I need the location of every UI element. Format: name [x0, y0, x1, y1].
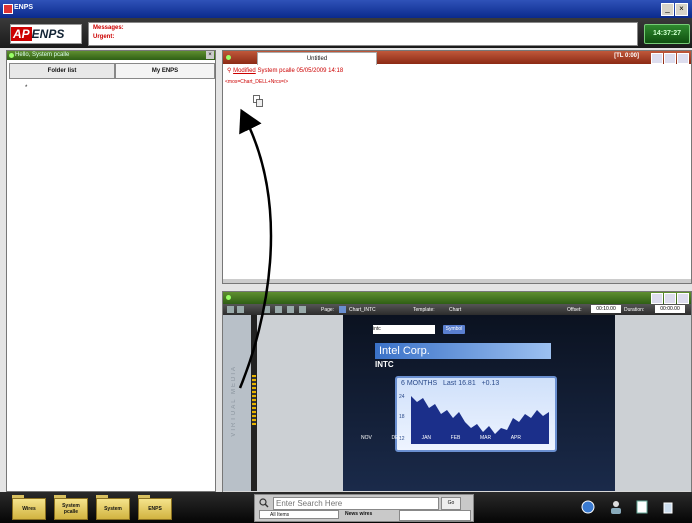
last-label: Last — [443, 380, 457, 387]
search-panel: Go All Items News wires — [254, 494, 474, 522]
folder-wires[interactable]: Wires — [12, 495, 46, 520]
search-icon[interactable]: ⚲ — [227, 68, 231, 74]
template-value: Chart — [449, 307, 462, 313]
delete-icon[interactable] — [287, 306, 294, 313]
copy-icon[interactable] — [263, 306, 270, 313]
modified-link[interactable]: Modified — [233, 68, 256, 74]
virtual-media-label: VIRTUAL MEDIA — [231, 365, 237, 437]
source-select[interactable] — [399, 510, 471, 521]
clock: 14:37:27 — [644, 24, 690, 44]
close-button[interactable]: × — [675, 3, 688, 16]
offset-label: Offset: — [567, 307, 582, 313]
preview-header — [223, 292, 691, 304]
editor-scrollbar[interactable] — [223, 279, 691, 283]
globe-icon[interactable] — [580, 499, 596, 515]
scope-select[interactable]: All Items — [259, 510, 339, 519]
editor-controls — [651, 53, 689, 64]
minimize-icon[interactable] — [651, 293, 663, 304]
app-icon — [3, 4, 13, 14]
mos-tag: <mos=Chart_DELL+Nrcs=/> — [225, 79, 289, 85]
minimize-icon[interactable] — [651, 53, 663, 64]
recycle-bin-icon[interactable] — [660, 499, 676, 515]
ticker-symbol: INTC — [375, 360, 394, 369]
page-label: Page: — [321, 307, 335, 313]
duration-label: Duration: — [624, 307, 645, 313]
navigation-panel-header: Hello, System pcalle × — [7, 51, 215, 60]
close-icon[interactable] — [677, 53, 689, 64]
folder-enps[interactable]: ENPS — [138, 495, 172, 520]
month-label: MAR — [479, 435, 492, 441]
edit-icon[interactable] — [299, 306, 306, 313]
timer-readout: [TL 0:00] — [614, 53, 639, 59]
y-tick: 24 — [399, 394, 405, 400]
tab-folder-list[interactable]: Folder list — [9, 63, 115, 79]
media-preview-panel: Page: Chart_INTC Template: Chart Offset:… — [222, 291, 692, 493]
month-axis: NOV DEC JAN FEB MAR APR — [361, 435, 521, 441]
story-editor: Untitled [TL 0:00] ⚲ Modified System pca… — [222, 50, 692, 284]
last-value: 16.81 — [458, 380, 476, 387]
tab-my-enps[interactable]: My ENPS — [115, 63, 215, 79]
editor-header: Untitled [TL 0:00] — [223, 51, 691, 65]
preview-right-pane — [615, 315, 691, 491]
month-label: APR — [510, 435, 521, 441]
messages-label: Messages: — [93, 25, 124, 31]
window-title-bar: ENPS _ × — [0, 0, 692, 18]
search-go-button[interactable]: Go — [441, 497, 461, 510]
month-label: JAN — [421, 435, 432, 441]
search-icon — [259, 498, 269, 508]
urgent-label: Urgent: — [93, 34, 115, 40]
maximize-icon[interactable] — [664, 293, 676, 304]
company-name: Intel Corp. — [375, 343, 551, 359]
offset-field[interactable]: 00:10.00 — [591, 305, 621, 313]
window-controls: _ × — [661, 3, 688, 16]
preview-left-pane — [257, 315, 343, 491]
folder-system-pcalle[interactable]: System pcalle — [54, 495, 88, 520]
month-label: NOV — [361, 435, 372, 441]
tree-marker: * — [25, 85, 28, 91]
preview-controls — [651, 293, 689, 304]
maximize-icon[interactable] — [664, 53, 676, 64]
y-tick: 18 — [399, 414, 405, 420]
period-label: 6 MONTHS — [401, 380, 438, 387]
page-icon — [339, 306, 346, 313]
documents-icon[interactable] — [634, 499, 650, 515]
change-value: +0.13 — [481, 380, 500, 387]
template-label: Template: — [413, 307, 435, 313]
minimize-button[interactable]: _ — [661, 3, 674, 16]
month-label: DEC — [391, 435, 402, 441]
save-icon[interactable] — [237, 306, 244, 313]
timeline-handle[interactable] — [252, 375, 256, 425]
close-icon[interactable]: × — [206, 51, 214, 59]
status-icon — [9, 53, 14, 58]
paste-icon[interactable] — [275, 306, 282, 313]
folder-system[interactable]: System — [96, 495, 130, 520]
app-header: AP ENPS Messages: Urgent: 14:37:27 — [0, 18, 692, 48]
symbol-select[interactable]: intc — [373, 325, 435, 334]
close-icon[interactable] — [677, 293, 689, 304]
window-title: ENPS — [14, 4, 34, 11]
search-input[interactable] — [273, 497, 439, 510]
quote-header: 6 MONTHS Last 16.81 +0.13 — [401, 380, 499, 387]
month-label: FEB — [450, 435, 461, 441]
modified-line: ⚲ Modified System pcalle 05/05/2009 14:1… — [227, 67, 343, 74]
status-icon — [226, 295, 231, 300]
taskbar: Wires System pcalle System ENPS Go All I… — [0, 492, 692, 523]
page-value: Chart_INTC — [349, 307, 376, 313]
new-icon[interactable] — [227, 306, 234, 313]
greeting: Hello, System pcalle — [15, 52, 70, 58]
messages-box[interactable]: Messages: Urgent: — [88, 22, 638, 46]
news-wires-toggle[interactable]: News wires — [345, 510, 395, 519]
graphic-preview-stage: intc Symbol Intel Corp. INTC 6 MONTHS La… — [343, 315, 615, 491]
duration-field[interactable]: 00:00.00 — [655, 305, 685, 313]
status-icon — [226, 55, 231, 60]
modified-info: System pcalle 05/05/2009 14:18 — [257, 68, 344, 74]
symbol-button[interactable]: Symbol — [443, 325, 465, 334]
contacts-icon[interactable] — [608, 499, 624, 515]
virtual-media-strip: VIRTUAL MEDIA — [223, 315, 251, 491]
enps-logo: AP ENPS — [10, 24, 82, 44]
navigation-panel: Hello, System pcalle × Folder list My EN… — [6, 50, 216, 492]
preview-toolbar: Page: Chart_INTC Template: Chart Offset:… — [223, 304, 691, 315]
mos-object-icon[interactable] — [253, 95, 263, 107]
tab-untitled[interactable]: Untitled — [257, 52, 377, 65]
